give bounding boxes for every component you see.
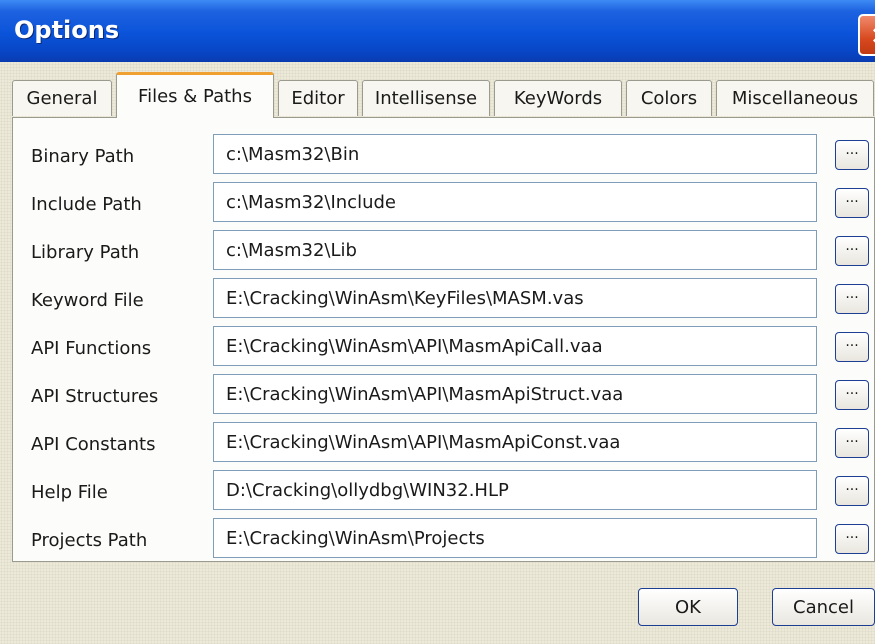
help-file-label: Help File	[31, 482, 108, 503]
include-path-browse-button[interactable]: ...	[835, 188, 869, 218]
binary-path-input[interactable]	[213, 134, 817, 174]
api-constants-input[interactable]	[213, 422, 817, 462]
api-functions-browse-button[interactable]: ...	[835, 332, 869, 362]
library-path-row: Library Path ...	[13, 230, 875, 274]
projects-path-row: Projects Path ...	[13, 518, 875, 562]
api-structures-browse-button[interactable]: ...	[835, 380, 869, 410]
close-button[interactable]: ×	[858, 14, 875, 56]
library-path-label: Library Path	[31, 242, 140, 263]
window-title: Options	[14, 16, 120, 44]
cancel-button[interactable]: Cancel	[772, 588, 875, 626]
api-structures-input[interactable]	[213, 374, 817, 414]
options-dialog: Options × General Files & Paths Editor I…	[0, 0, 875, 644]
projects-path-label: Projects Path	[31, 530, 148, 551]
api-structures-label: API Structures	[31, 386, 159, 407]
keyword-file-row: Keyword File ...	[13, 278, 875, 322]
keyword-file-label: Keyword File	[31, 290, 144, 311]
files-paths-panel: Binary Path ... Include Path ... Library…	[12, 117, 875, 562]
tab-keywords[interactable]: KeyWords	[494, 80, 622, 116]
binary-path-row: Binary Path ...	[13, 134, 875, 178]
keyword-file-browse-button[interactable]: ...	[835, 284, 869, 314]
keyword-file-input[interactable]	[213, 278, 817, 318]
tab-general[interactable]: General	[12, 80, 112, 116]
api-functions-row: API Functions ...	[13, 326, 875, 370]
title-bar[interactable]: Options ×	[0, 0, 875, 62]
binary-path-label: Binary Path	[31, 146, 135, 167]
close-icon: ×	[870, 21, 875, 49]
api-constants-browse-button[interactable]: ...	[835, 428, 869, 458]
include-path-input[interactable]	[213, 182, 817, 222]
tab-strip: General Files & Paths Editor Intellisens…	[12, 72, 875, 118]
tab-intellisense[interactable]: Intellisense	[362, 80, 490, 116]
tab-editor[interactable]: Editor	[278, 80, 358, 116]
help-file-browse-button[interactable]: ...	[835, 476, 869, 506]
api-structures-row: API Structures ...	[13, 374, 875, 418]
include-path-row: Include Path ...	[13, 182, 875, 226]
tab-miscellaneous[interactable]: Miscellaneous	[716, 80, 874, 116]
help-file-row: Help File ...	[13, 470, 875, 514]
api-constants-label: API Constants	[31, 434, 156, 455]
library-path-browse-button[interactable]: ...	[835, 236, 869, 266]
projects-path-input[interactable]	[213, 518, 817, 558]
projects-path-browse-button[interactable]: ...	[835, 524, 869, 554]
ok-button[interactable]: OK	[638, 588, 738, 626]
tab-colors[interactable]: Colors	[626, 80, 712, 116]
tab-files-paths[interactable]: Files & Paths	[116, 72, 274, 118]
api-constants-row: API Constants ...	[13, 422, 875, 466]
binary-path-browse-button[interactable]: ...	[835, 140, 869, 170]
library-path-input[interactable]	[213, 230, 817, 270]
api-functions-label: API Functions	[31, 338, 152, 359]
help-file-input[interactable]	[213, 470, 817, 510]
include-path-label: Include Path	[31, 194, 142, 215]
api-functions-input[interactable]	[213, 326, 817, 366]
